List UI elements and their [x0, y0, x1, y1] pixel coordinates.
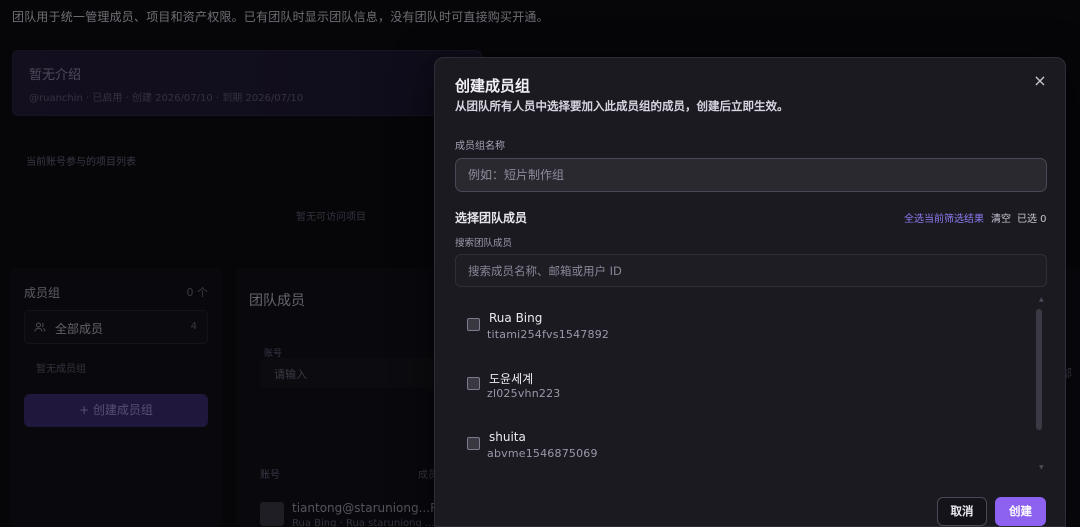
- cancel-button[interactable]: 取消: [937, 497, 987, 526]
- dialog-title: 创建成员组: [455, 77, 531, 95]
- dialog-subtitle: 从团队所有人员中选择要加入此成员组的成员，创建后立即生效。: [455, 99, 789, 113]
- scroll-up-arrow-icon[interactable]: ▲: [1039, 296, 1044, 303]
- clear-selection-link[interactable]: 清空: [991, 210, 1011, 225]
- scrollbar-thumb[interactable]: [1036, 309, 1042, 430]
- list-item[interactable]: 도윤세계 zl025vhn223: [455, 361, 1015, 405]
- group-name-label: 成员组名称: [455, 141, 505, 152]
- scroll-down-arrow-icon[interactable]: ▼: [1039, 464, 1044, 471]
- list-item[interactable]: shuita abvme1546875069: [455, 421, 1015, 465]
- member-checklist[interactable]: Rua Bing titami254fvs1547892 도윤세계 zl025v…: [455, 298, 1047, 473]
- member-name: Rua Bing: [489, 311, 543, 325]
- member-checkbox[interactable]: [467, 377, 480, 390]
- member-checkbox[interactable]: [467, 437, 480, 450]
- member-checkbox[interactable]: [467, 318, 480, 331]
- list-item[interactable]: Rua Bing titami254fvs1547892: [455, 302, 1015, 346]
- select-members-label: 选择团队成员: [455, 211, 528, 225]
- search-members-label: 搜索团队成员: [455, 238, 513, 249]
- create-button[interactable]: 创建: [995, 497, 1046, 526]
- group-name-input[interactable]: [455, 158, 1047, 192]
- create-member-group-dialog: 创建成员组 从团队所有人员中选择要加入此成员组的成员，创建后立即生效。 × 成员…: [434, 57, 1066, 527]
- close-icon[interactable]: ×: [1031, 72, 1049, 90]
- member-search-input[interactable]: [455, 254, 1047, 287]
- select-all-filtered-link[interactable]: 全选当前筛选结果: [904, 210, 984, 225]
- member-name: 도윤세계: [489, 372, 534, 386]
- selected-count: 已选 0: [1017, 214, 1047, 225]
- member-id: abvme1546875069: [487, 447, 598, 460]
- member-id: titami254fvs1547892: [487, 328, 610, 341]
- member-id: zl025vhn223: [487, 387, 561, 400]
- member-name: shuita: [489, 430, 526, 444]
